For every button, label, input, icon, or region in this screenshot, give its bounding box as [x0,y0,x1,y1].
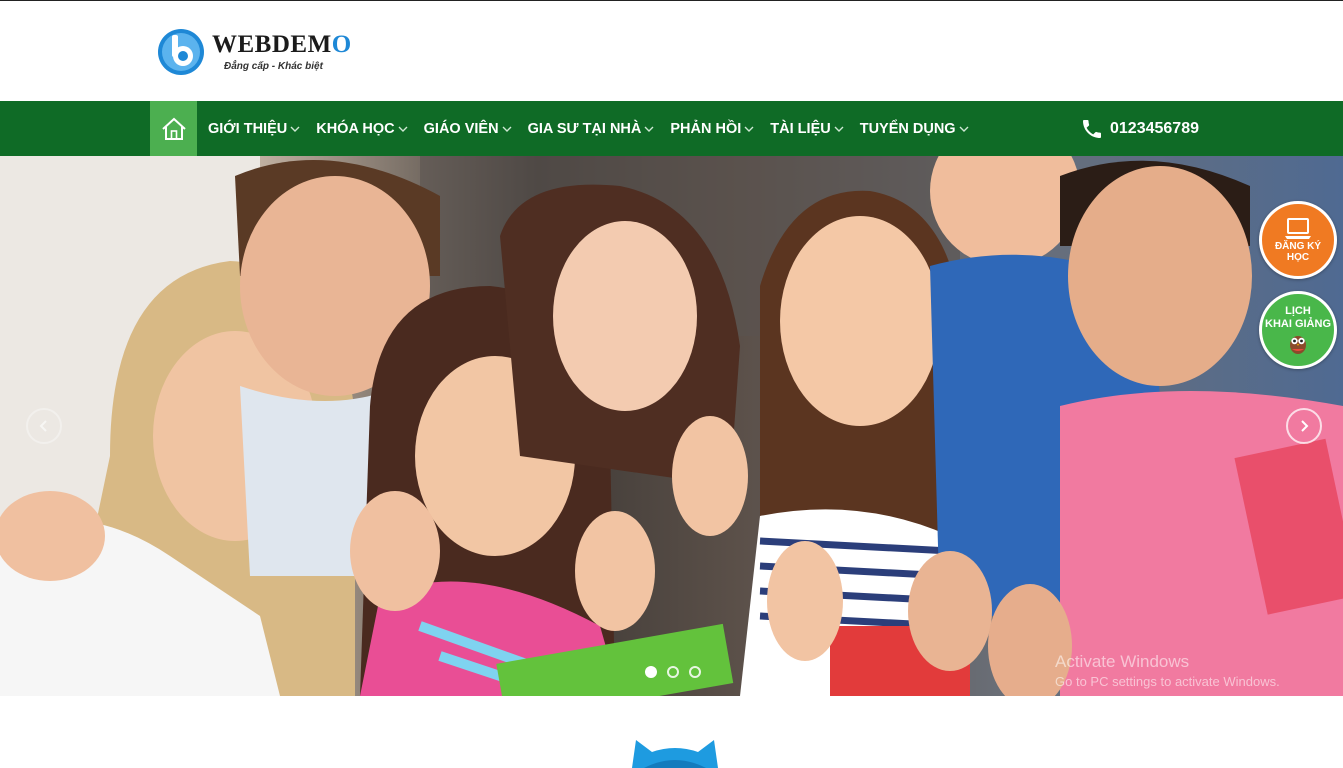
windows-activation-watermark: Activate Windows Go to PC settings to ac… [1055,652,1280,689]
nav-item-label: GIỚI THIỆU [208,120,288,137]
logo-tagline: Đẳng cấp - Khác biệt [224,61,323,72]
nav-item-phan-hoi[interactable]: PHẢN HỒI [662,101,762,156]
nav-item-giao-vien[interactable]: GIÁO VIÊN [416,101,520,156]
phone-number: 0123456789 [1110,119,1199,137]
chevron-down-icon [644,126,654,132]
nav-item-label: TUYỂN DỤNG [859,120,956,137]
slider-dots [645,666,701,678]
schedule-badge-line2: KHAI GIẢNG [1265,318,1331,330]
watermark-subtitle: Go to PC settings to activate Windows. [1055,674,1280,689]
slider-dot[interactable] [689,666,701,678]
laptop-icon [1285,217,1311,239]
chevron-down-icon [959,126,969,132]
watermark-title: Activate Windows [1055,652,1190,671]
chevron-down-icon [502,126,512,132]
phone-icon [1083,119,1101,138]
logo-mark-icon [158,29,204,75]
schedule-badge-line1: LỊCH [1285,305,1311,318]
nav-home-button[interactable] [150,101,197,156]
slider-dot[interactable] [645,666,657,678]
nav-menu: GIỚI THIỆU KHÓA HỌC GIÁO VIÊN GIA SƯ TẠI… [200,101,977,156]
nav-phone[interactable]: 0123456789 [1080,101,1199,156]
home-icon [161,117,186,140]
owl-icon [1290,335,1306,354]
hero-photo-students [0,156,1343,696]
owl-mascot-icon [632,740,718,768]
main-nav: GIỚI THIỆU KHÓA HỌC GIÁO VIÊN GIA SƯ TẠI… [0,101,1343,156]
hero-slider: Activate Windows Go to PC settings to ac… [0,156,1343,696]
logo-name: WEBDEMO [212,31,352,58]
nav-item-khoa-hoc[interactable]: KHÓA HỌC [308,101,415,156]
chevron-down-icon [290,126,300,132]
nav-item-tai-lieu[interactable]: TÀI LIỆU [762,101,851,156]
chevron-right-icon [1301,420,1309,432]
nav-item-label: PHẢN HỒI [670,120,742,137]
chevron-down-icon [744,126,754,132]
chevron-down-icon [834,126,844,132]
nav-item-tuyen-dung[interactable]: TUYỂN DỤNG [852,101,977,156]
chevron-left-icon [39,420,47,432]
course-schedule-badge[interactable]: LỊCH KHAI GIẢNG [1259,291,1337,369]
slider-next-button[interactable] [1286,408,1322,444]
register-badge-line2: HỌC [1286,252,1310,263]
nav-item-gia-su-tai-nha[interactable]: GIA SƯ TẠI NHÀ [520,101,663,156]
site-logo[interactable]: WEBDEMO Đẳng cấp - Khác biệt [156,27,356,79]
nav-item-label: KHÓA HỌC [316,120,395,137]
slider-prev-button[interactable] [26,408,62,444]
nav-item-label: TÀI LIỆU [770,120,831,137]
nav-item-label: GIA SƯ TẠI NHÀ [527,120,642,137]
nav-item-gioi-thieu[interactable]: GIỚI THIỆU [200,101,308,156]
site-header: WEBDEMO Đẳng cấp - Khác biệt [0,1,1343,101]
slider-dot[interactable] [667,666,679,678]
register-course-badge[interactable]: ĐĂNG KÝ HỌC [1259,201,1337,279]
chevron-down-icon [398,126,408,132]
register-badge-line1: ĐĂNG KÝ [1274,240,1322,252]
nav-item-label: GIÁO VIÊN [423,120,499,137]
